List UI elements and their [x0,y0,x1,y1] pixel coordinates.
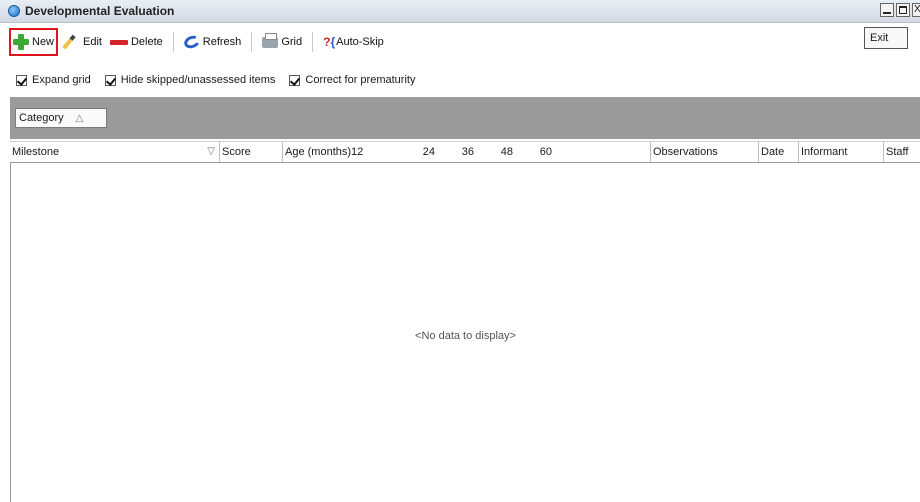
toolbar-separator [172,32,174,52]
app-icon [8,5,20,17]
column-header-observations[interactable]: Observations [651,142,759,162]
window-controls: X [878,3,920,17]
age-tick: 60 [539,146,552,158]
edit-button-label: Edit [83,36,102,48]
options-row: Expand grid Hide skipped/unassessed item… [0,65,920,95]
autoskip-button-label: Auto-Skip [336,36,384,48]
column-header-label: Informant [801,146,848,158]
age-tick: 48 [500,146,513,158]
new-button[interactable]: New [8,28,59,56]
expand-grid-checkbox[interactable]: Expand grid [16,74,91,86]
column-header-label: Milestone [12,146,60,158]
hide-skipped-checkbox[interactable]: Hide skipped/unassessed items [104,74,276,86]
group-by-panel: Category △ [10,97,920,139]
minus-icon [109,39,128,45]
question-bracket-icon: ?{ [323,35,336,49]
new-button-label: New [32,36,55,48]
age-tick: 36 [461,146,474,158]
column-header-age[interactable]: Age (months)12 24 36 48 60 [283,142,651,162]
toolbar-separator [251,32,253,52]
column-header-date[interactable]: Date [759,142,799,162]
printer-icon [262,32,279,48]
grid-button[interactable]: Grid [258,30,306,54]
expand-grid-label: Expand grid [32,74,91,86]
plus-icon [13,34,29,50]
column-header-label: Observations [653,146,718,158]
autoskip-button[interactable]: ?{ Auto-Skip [319,30,388,54]
hide-skipped-label: Hide skipped/unassessed items [120,74,276,86]
delete-button[interactable]: Delete [106,30,167,54]
checkbox-checked-icon [16,74,27,86]
empty-grid-message: <No data to display> [415,330,516,342]
correct-prematurity-checkbox[interactable]: Correct for prematurity [289,74,415,86]
group-chip-category[interactable]: Category △ [15,108,107,128]
checkbox-checked-icon [289,74,301,86]
group-chip-label: Category [19,112,64,124]
grid-button-label: Grid [281,36,303,48]
column-header-label: Score [222,146,251,158]
edit-button[interactable]: Edit [57,30,106,54]
correct-prematurity-label: Correct for prematurity [305,74,416,86]
minimize-button[interactable] [880,3,894,17]
column-header-staff[interactable]: Staff [884,142,920,162]
age-tick: 24 [422,146,435,158]
toolbar: New Edit Delete Refresh Grid ?{ Auto-Ski… [0,23,920,61]
exit-button[interactable]: Exit [864,27,908,49]
age-label-12: Age (months)12 [285,146,364,158]
title-bar: Developmental Evaluation X [0,0,920,23]
column-header-milestone[interactable]: Milestone ▽ [10,142,220,162]
refresh-icon [182,33,202,51]
close-button[interactable]: X [912,3,920,17]
pencil-icon [62,34,76,50]
filter-icon[interactable]: ▽ [207,142,215,162]
maximize-button[interactable] [896,3,910,17]
window-title: Developmental Evaluation [25,4,175,18]
refresh-button-label: Refresh [202,36,242,48]
column-header-label: Date [761,146,785,158]
refresh-button[interactable]: Refresh [180,30,246,54]
checkbox-checked-icon [104,74,116,86]
column-header-score[interactable]: Score [220,142,283,162]
sort-ascending-icon: △ [75,112,84,124]
column-header-label: Staff [886,146,909,158]
toolbar-separator [312,32,314,52]
grid-body[interactable]: <No data to display> [10,163,920,502]
column-header-informant[interactable]: Informant [799,142,884,162]
grid-header: Milestone ▽ Score Age (months)12 24 36 4… [10,141,920,163]
delete-button-label: Delete [130,36,163,48]
